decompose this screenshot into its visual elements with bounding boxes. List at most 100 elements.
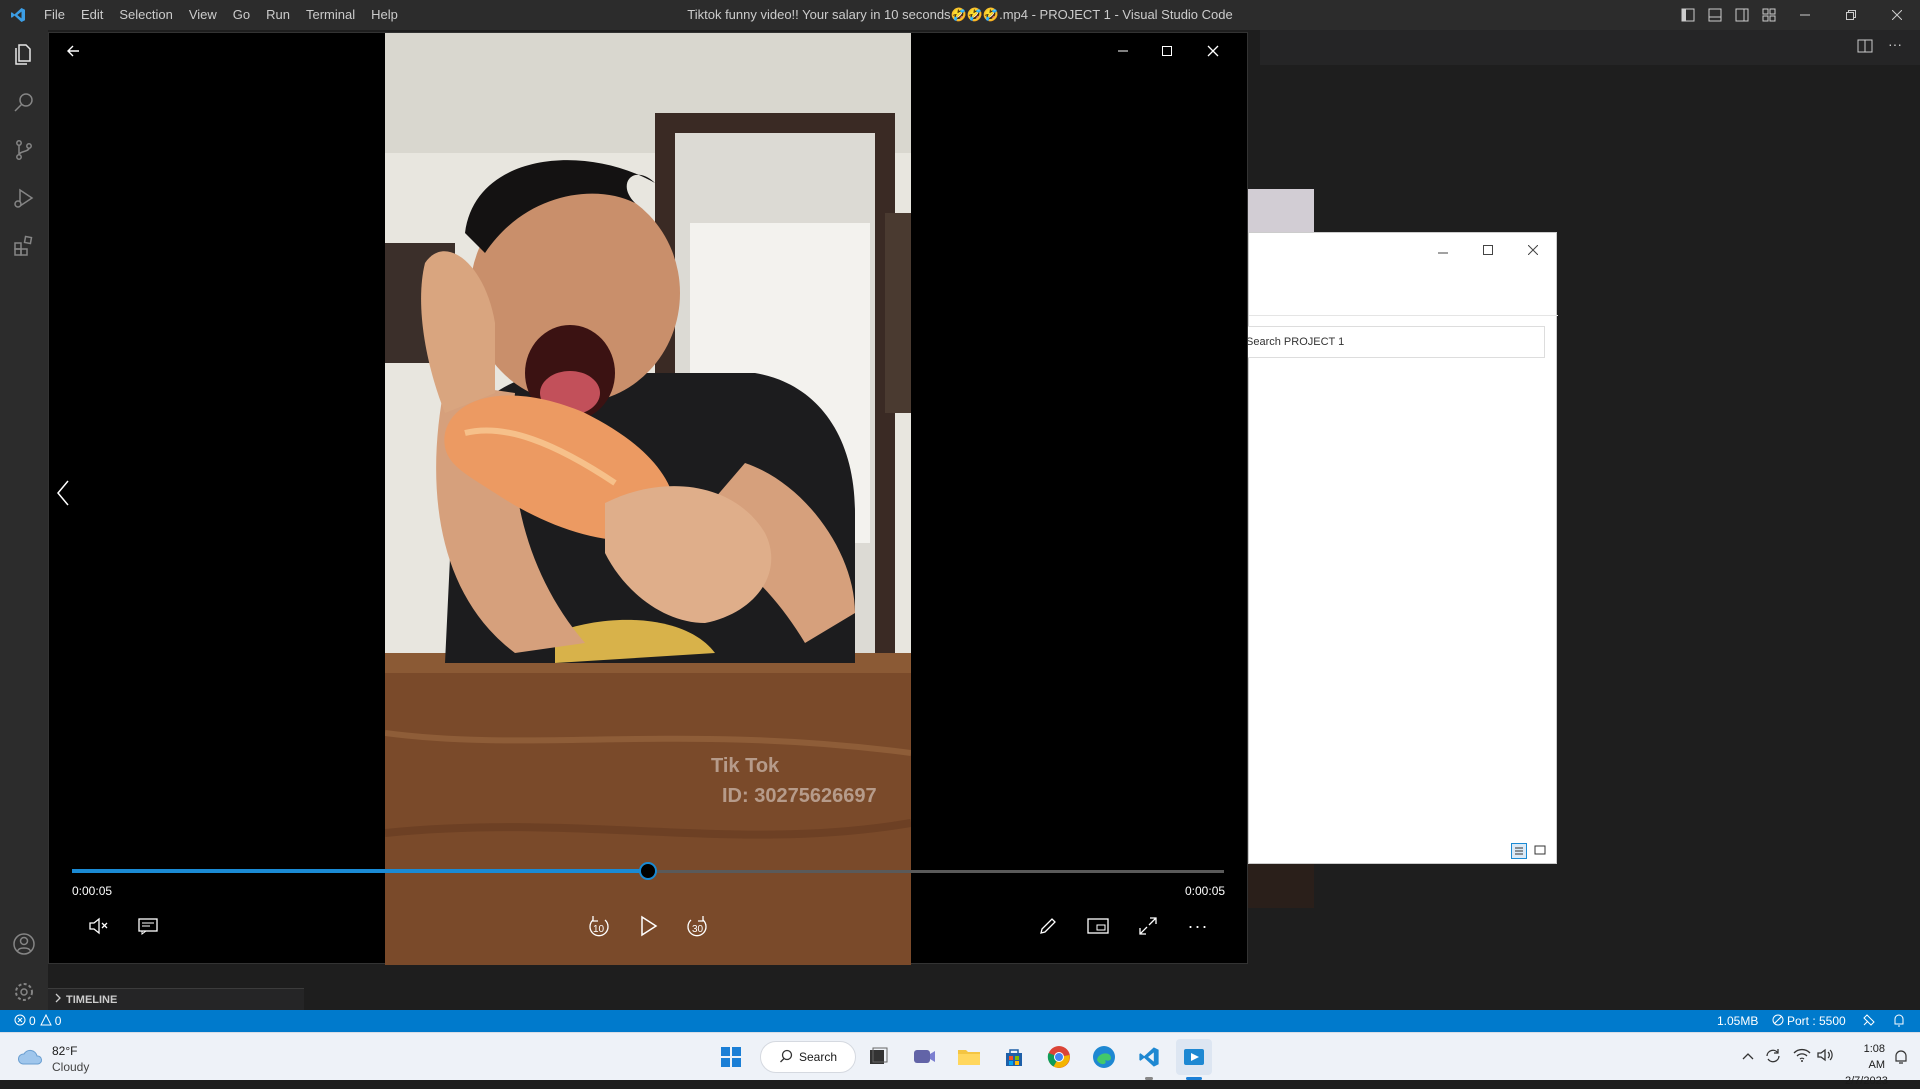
captions-icon[interactable] [134,912,162,940]
skip-back-button[interactable]: 10 [584,912,612,942]
explorer-divider [1249,315,1558,316]
source-control-icon[interactable] [0,126,48,174]
menu-go[interactable]: Go [225,0,258,30]
mute-icon[interactable] [84,912,112,940]
player-minimize-button[interactable] [1109,37,1137,65]
activity-bar [0,30,48,1010]
problems-indicator[interactable]: 0 0 [14,1013,62,1029]
minimize-button[interactable] [1782,0,1828,30]
wifi-icon[interactable] [1793,1047,1811,1068]
clock-date: 2/7/2023 [1845,1075,1888,1087]
editor-tab-strip: ··· [1260,30,1920,65]
search-icon[interactable] [0,78,48,126]
live-server-port[interactable]: Port : 5500 [1772,1014,1846,1029]
previous-chevron-icon[interactable] [49,473,77,513]
menu-terminal[interactable]: Terminal [298,0,363,30]
search-icon [779,1049,793,1066]
warning-icon [39,1013,52,1029]
menu-run[interactable]: Run [258,0,298,30]
current-time: 0:00:05 [72,884,113,898]
skip-forward-button[interactable]: 30 [684,912,712,942]
start-button-icon[interactable] [713,1039,749,1075]
play-button[interactable] [634,912,662,940]
media-player-taskbar-icon[interactable] [1176,1039,1212,1080]
explorer-search-input[interactable]: Search PROJECT 1 [1242,326,1545,358]
menu-selection[interactable]: Selection [111,0,180,30]
edge-icon[interactable] [1086,1039,1122,1075]
vscode-logo-icon [0,0,36,30]
large-icons-view-icon[interactable] [1533,843,1549,859]
file-size[interactable]: 1.05MB [1717,1014,1758,1028]
video-frame: Tik Tok ID: 30275626697 [385,33,911,965]
menu-help[interactable]: Help [363,0,406,30]
title-bar: File Edit Selection View Go Run Terminal… [0,0,1920,30]
explorer-close-button[interactable] [1527,242,1539,260]
fullscreen-icon[interactable] [1134,912,1162,940]
timeline-label: TIMELINE [66,993,118,1006]
menu-file[interactable]: File [36,0,73,30]
total-time: 0:00:05 [1185,884,1226,898]
extensions-icon[interactable] [0,222,48,270]
background-thumbnail [1246,189,1314,233]
account-icon[interactable] [0,920,48,968]
timeline-section[interactable]: TIMELINE [48,988,304,1010]
status-bar: 0 0 1.05MB Port : 5500 [0,1010,1920,1032]
menu-edit[interactable]: Edit [73,0,111,30]
tiktok-watermark: Tik Tok [711,755,780,777]
back-arrow-icon[interactable] [59,37,87,65]
player-maximize-button[interactable] [1153,37,1181,65]
seek-progress-fill [72,869,648,873]
task-view-icon[interactable] [860,1039,896,1075]
feedback-icon[interactable] [1862,1013,1876,1030]
error-count: 0 [29,1014,36,1028]
error-icon [14,1014,26,1029]
sync-tray-icon[interactable] [1764,1047,1782,1070]
background-thumbnail-bottom [1246,864,1314,908]
volume-icon[interactable] [1816,1047,1834,1068]
toggle-secondary-sidebar-icon[interactable] [1728,0,1755,30]
toggle-panel-icon[interactable] [1701,0,1728,30]
toggle-primary-sidebar-icon[interactable] [1674,0,1701,30]
no-entry-icon [1772,1014,1784,1029]
more-actions-icon[interactable]: ··· [1888,36,1902,52]
search-label: Search [799,1050,838,1064]
explorer-maximize-button[interactable] [1483,242,1493,260]
explorer-icon[interactable] [0,30,48,78]
skip-back-label: 10 [593,924,605,935]
player-close-button[interactable] [1199,37,1227,65]
port-label: Port : 5500 [1787,1014,1846,1028]
weather-condition: Cloudy [52,1060,90,1074]
vscode-taskbar-icon[interactable] [1131,1039,1167,1080]
file-explorer-icon[interactable] [951,1039,987,1075]
temperature: 82°F [52,1044,78,1058]
notifications-bell-icon[interactable] [1892,1013,1906,1030]
chevron-right-icon [54,993,62,1006]
mini-player-icon[interactable] [1084,912,1112,940]
split-editor-icon[interactable] [1857,38,1873,59]
chrome-icon[interactable] [1041,1039,1077,1075]
more-options-icon[interactable]: ··· [1184,912,1212,940]
details-view-icon[interactable] [1511,843,1527,859]
explorer-minimize-button[interactable] [1438,245,1448,263]
tiktok-id-watermark: ID: 30275626697 [722,785,877,807]
weather-widget[interactable]: 82°F Cloudy [16,1043,89,1075]
skip-forward-label: 30 [692,924,704,935]
close-button[interactable] [1874,0,1920,30]
taskbar-clock[interactable]: 1:08 AM 2/7/2023 [1845,1041,1888,1089]
seek-thumb[interactable] [639,862,657,880]
customize-layout-icon[interactable] [1755,0,1782,30]
cloud-icon [16,1047,44,1072]
clock-time: 1:08 AM [1863,1043,1885,1071]
show-hidden-icons-chevron-icon[interactable] [1741,1048,1755,1066]
warning-count: 0 [54,1014,62,1028]
edit-pencil-icon[interactable] [1034,912,1062,940]
menu-view[interactable]: View [181,0,225,30]
taskbar-search-box[interactable]: Search [760,1041,856,1073]
notification-center-icon[interactable] [1893,1049,1909,1070]
microsoft-store-icon[interactable] [996,1039,1032,1075]
restore-button[interactable] [1828,0,1874,30]
run-debug-icon[interactable] [0,174,48,222]
taskbar: 82°F Cloudy Search 1:08 AM 2/7/2023 [0,1032,1920,1087]
settings-gear-icon[interactable] [0,968,48,1016]
teams-chat-icon[interactable] [906,1039,942,1075]
